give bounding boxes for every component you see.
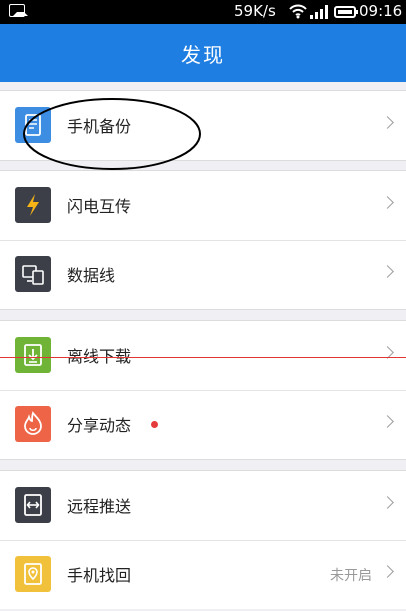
group-transfer: 闪电互传 数据线 (0, 170, 406, 310)
wifi-icon (289, 4, 307, 19)
network-speed: 59K/s (234, 2, 276, 20)
remote-push-icon (15, 487, 51, 523)
page-title: 发现 (181, 43, 225, 67)
chevron-right-icon (381, 415, 394, 428)
list-item-remote-push[interactable]: 远程推送 (0, 471, 406, 540)
lightning-icon (15, 187, 51, 223)
chevron-right-icon (381, 496, 394, 509)
data-cable-icon (15, 256, 51, 292)
offline-download-icon (15, 337, 51, 373)
list-item-label: 手机找回 (67, 566, 132, 585)
image-notification-icon (9, 4, 28, 17)
notification-dot (151, 421, 158, 428)
hand-drawn-ellipse (23, 98, 201, 170)
red-annotation-line (0, 357, 406, 358)
header: 发现 (0, 24, 406, 82)
signal-icon (310, 5, 328, 19)
list-item-label: 远程推送 (67, 497, 132, 516)
group-download: 离线下载 分享动态 (0, 320, 406, 460)
share-feed-icon (15, 406, 51, 442)
group-remote: 远程推送 手机找回 未开启 (0, 470, 406, 609)
find-phone-icon (15, 556, 51, 592)
chevron-right-icon (381, 116, 394, 129)
status-bar: 59K/s 09:16 (0, 0, 406, 24)
status-text: 未开启 (330, 568, 372, 584)
list-item-label: 离线下载 (67, 347, 132, 366)
list-item-lightning-transfer[interactable]: 闪电互传 (0, 171, 406, 240)
list-item-label: 闪电互传 (67, 197, 132, 216)
list-item-share-feed[interactable]: 分享动态 (0, 390, 406, 459)
chevron-right-icon (381, 265, 394, 278)
battery-icon (334, 6, 358, 18)
chevron-right-icon (381, 565, 394, 578)
clock: 09:16 (359, 2, 403, 20)
list-item-data-cable[interactable]: 数据线 (0, 240, 406, 309)
list-item-label: 数据线 (67, 266, 116, 285)
list-item-offline-download[interactable]: 离线下载 (0, 321, 406, 390)
chevron-right-icon (381, 196, 394, 209)
list-item-find-phone[interactable]: 手机找回 未开启 (0, 540, 406, 609)
list-item-label: 分享动态 (67, 416, 132, 435)
